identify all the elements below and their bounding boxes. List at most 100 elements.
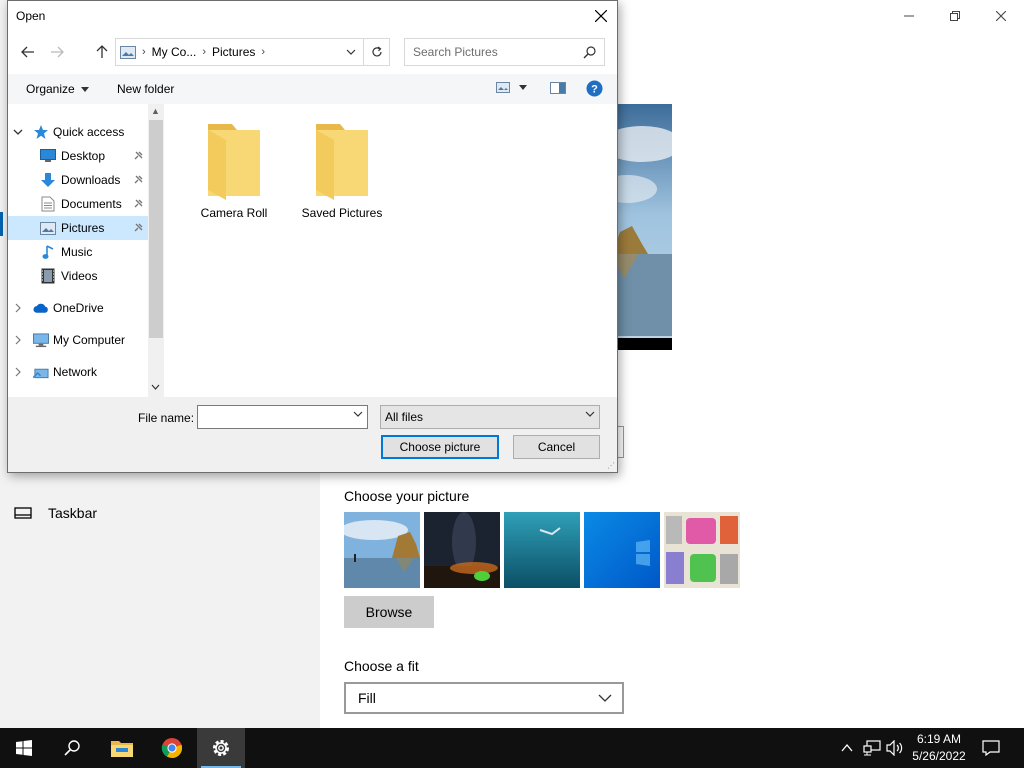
- organize-menu[interactable]: Organize: [26, 82, 89, 96]
- network-tray-button[interactable]: [860, 728, 884, 768]
- file-name-input[interactable]: [197, 405, 368, 429]
- nav-item-taskbar[interactable]: Taskbar: [0, 498, 320, 528]
- folder-item-saved-pictures[interactable]: Saved Pictures: [294, 116, 390, 220]
- back-button[interactable]: [17, 41, 39, 63]
- file-name-label: File name:: [138, 411, 195, 425]
- chevron-right-icon[interactable]: [13, 367, 23, 377]
- preview-pane-button[interactable]: [550, 82, 566, 94]
- desktop-icon: [40, 148, 56, 164]
- chevron-right-icon[interactable]: [13, 335, 23, 345]
- start-button[interactable]: [0, 728, 48, 768]
- volume-tray-button[interactable]: [884, 728, 906, 768]
- view-icon: [496, 82, 510, 93]
- folder-item-camera-roll[interactable]: Camera Roll: [186, 116, 282, 220]
- selected-nav-indicator: [0, 212, 3, 236]
- pin-icon: [133, 150, 143, 164]
- resize-grip-icon[interactable]: ⋰: [607, 461, 615, 470]
- scroll-up-icon[interactable]: ▲: [151, 106, 160, 116]
- help-button[interactable]: ?: [586, 80, 603, 97]
- tree-item-network[interactable]: Network: [8, 360, 148, 384]
- close-icon: [595, 10, 607, 22]
- tree-item-label: Downloads: [61, 173, 121, 187]
- tree-item-documents[interactable]: Documents: [8, 192, 148, 216]
- pictures-location-icon: [120, 45, 136, 59]
- dialog-footer: File name: All files Choose picture Canc…: [8, 397, 617, 472]
- search-box[interactable]: [404, 38, 605, 66]
- pin-icon: [133, 174, 143, 188]
- navigation-scrollbar[interactable]: ▲: [148, 104, 164, 397]
- choose-picture-button[interactable]: Choose picture: [381, 435, 499, 459]
- tree-item-videos[interactable]: Videos: [8, 264, 148, 288]
- tree-item-label: Pictures: [61, 221, 105, 235]
- settings-taskbar-button[interactable]: [197, 728, 245, 768]
- minimize-button[interactable]: [886, 0, 932, 32]
- network-icon: [863, 740, 881, 756]
- tree-item-pictures[interactable]: Pictures: [8, 216, 148, 240]
- arrow-right-icon: [51, 46, 64, 58]
- breadcrumb-my-computer[interactable]: My Co...: [152, 45, 197, 59]
- new-folder-button[interactable]: New folder: [117, 82, 174, 96]
- restore-button[interactable]: [932, 0, 978, 32]
- computer-icon: [33, 332, 49, 348]
- refresh-button[interactable]: [364, 38, 390, 66]
- up-button[interactable]: [91, 41, 113, 63]
- search-input[interactable]: [413, 45, 573, 59]
- close-button[interactable]: [978, 0, 1024, 32]
- tree-item-label: Music: [61, 245, 93, 259]
- tree-item-label: Videos: [61, 269, 98, 283]
- picture-thumbnail-beach[interactable]: [344, 512, 420, 588]
- caret-down-icon: [519, 85, 527, 90]
- show-hidden-icons-button[interactable]: [838, 728, 856, 768]
- pin-icon: [133, 222, 143, 236]
- organize-label: Organize: [26, 82, 75, 96]
- tree-item-quick-access[interactable]: Quick access: [8, 120, 148, 144]
- file-explorer-icon: [111, 741, 133, 757]
- address-history-dropdown[interactable]: [339, 39, 363, 65]
- arrow-left-icon: [21, 46, 34, 58]
- file-explorer-taskbar-button[interactable]: [98, 728, 146, 768]
- preview-pane-icon: [550, 82, 566, 94]
- tree-item-my-computer[interactable]: My Computer: [8, 328, 148, 352]
- breadcrumb-separator-icon: ›: [261, 46, 266, 58]
- chrome-taskbar-button[interactable]: [148, 728, 196, 768]
- chrome-icon: [161, 738, 183, 759]
- tree-item-label: OneDrive: [53, 301, 104, 315]
- forward-button[interactable]: [46, 41, 68, 63]
- address-bar[interactable]: › My Co... › Pictures ›: [115, 38, 364, 66]
- fit-dropdown[interactable]: Fill: [344, 682, 624, 714]
- action-center-button[interactable]: [976, 728, 1006, 768]
- nav-item-label: Taskbar: [48, 505, 98, 521]
- dialog-close-button[interactable]: [585, 1, 617, 31]
- clock[interactable]: 6:19 AM 5/26/2022: [904, 731, 974, 765]
- pictures-icon: [40, 220, 56, 236]
- tree-item-music[interactable]: Music: [8, 240, 148, 264]
- chevron-right-icon[interactable]: [13, 303, 23, 313]
- file-type-select[interactable]: All files: [380, 405, 600, 429]
- browse-button[interactable]: Browse: [344, 596, 434, 628]
- scrollbar-thumb[interactable]: [149, 120, 163, 338]
- breadcrumb-pictures[interactable]: Pictures: [212, 45, 255, 59]
- folder-name: Saved Pictures: [301, 206, 383, 220]
- chevron-down-icon[interactable]: [13, 129, 23, 136]
- refresh-icon: [371, 46, 382, 57]
- tree-item-downloads[interactable]: Downloads: [8, 168, 148, 192]
- cloud-icon: [33, 300, 49, 316]
- fit-value: Fill: [358, 690, 376, 706]
- command-bar: Organize New folder ?: [8, 74, 617, 104]
- picture-thumbnail-night-sky[interactable]: [424, 512, 500, 588]
- cancel-button[interactable]: Cancel: [513, 435, 600, 459]
- picture-thumbnail-underwater[interactable]: [504, 512, 580, 588]
- background-preview: [612, 104, 672, 350]
- tree-item-desktop[interactable]: Desktop: [8, 144, 148, 168]
- tree-item-onedrive[interactable]: OneDrive: [8, 296, 148, 320]
- chevron-down-icon[interactable]: [353, 411, 363, 418]
- picture-thumbnail-cartoons[interactable]: [664, 512, 740, 588]
- change-view-button[interactable]: [496, 82, 527, 93]
- star-icon: [33, 124, 49, 140]
- scroll-down-icon[interactable]: [151, 382, 160, 392]
- search-taskbar-button[interactable]: [48, 728, 96, 768]
- folder-icon: [316, 124, 368, 200]
- music-icon: [40, 244, 56, 260]
- picture-thumbnail-windows[interactable]: [584, 512, 660, 588]
- notification-icon: [982, 740, 1000, 756]
